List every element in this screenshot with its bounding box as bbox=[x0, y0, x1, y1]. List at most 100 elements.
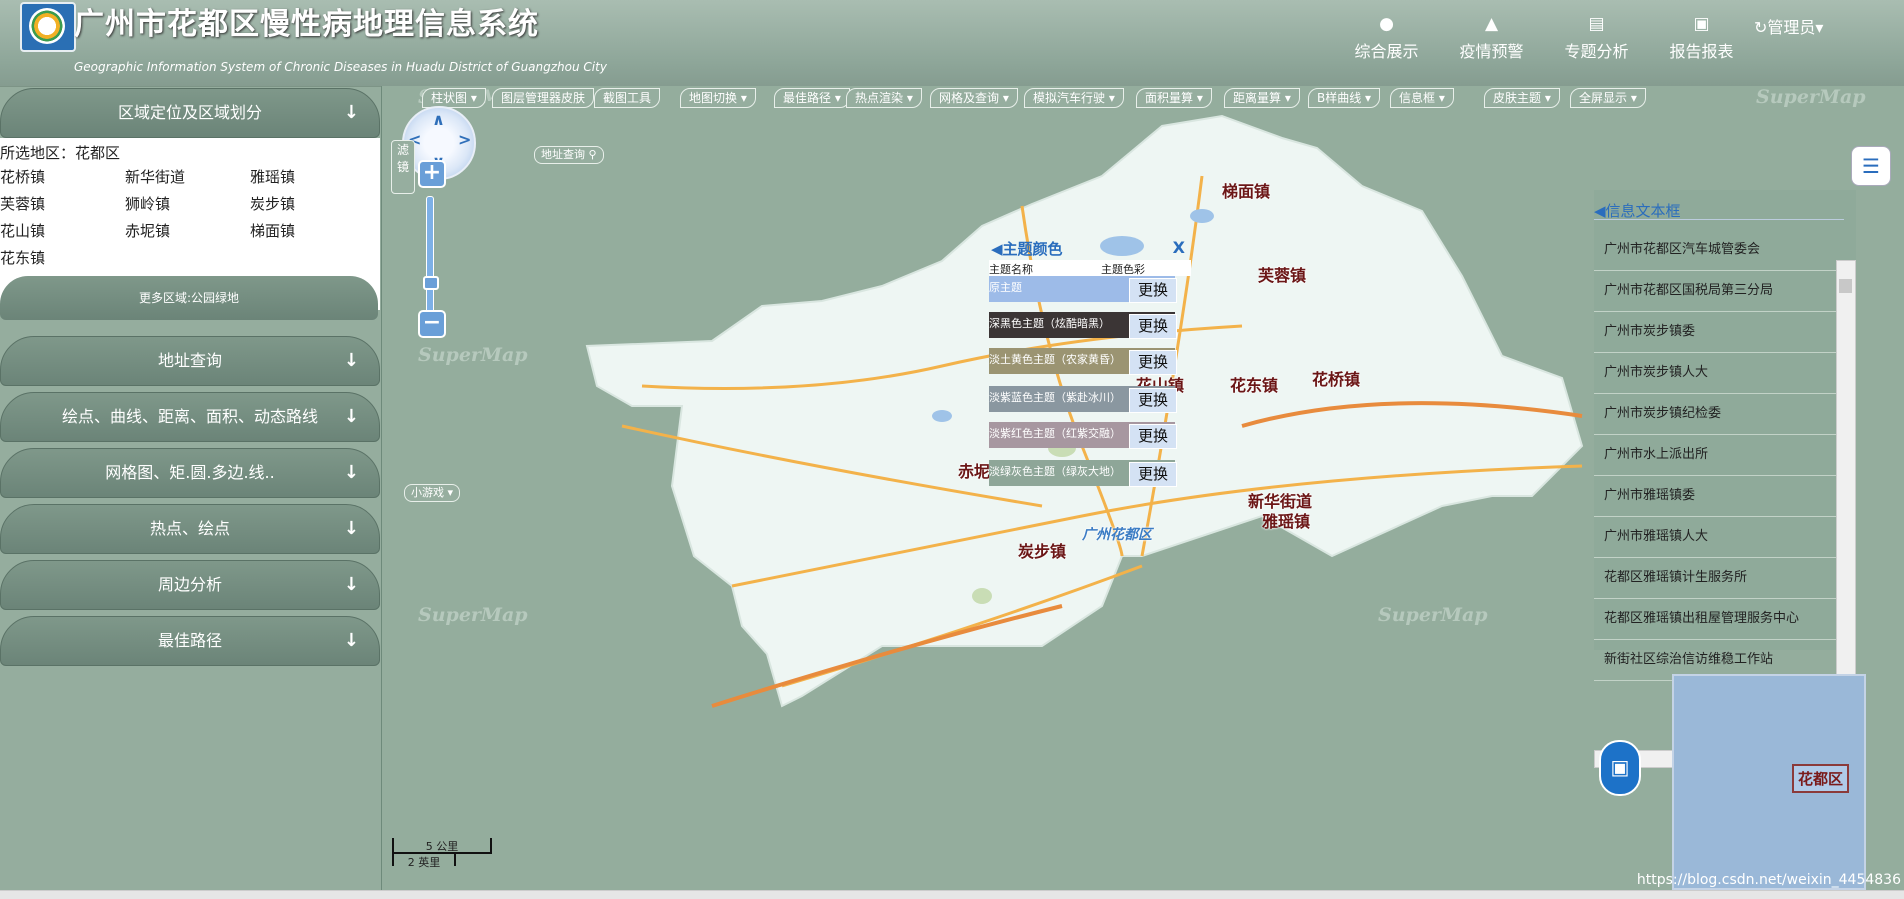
place-label: 花东镇 bbox=[1230, 376, 1279, 395]
scale-bar: 5 公里 2 英里 bbox=[392, 838, 492, 869]
tool-fullscreen[interactable]: 全屏显示 ▾ bbox=[1570, 88, 1646, 108]
nav-reports[interactable]: ▣ 报告报表 bbox=[1649, 0, 1754, 84]
tool-area-measure[interactable]: 面积量算 ▾ bbox=[1136, 88, 1212, 108]
more-regions-button[interactable]: 更多区域:公园绿地 bbox=[0, 276, 378, 320]
theme-row: 深黑色主题（炫酷暗黑） 更换 bbox=[989, 312, 1177, 339]
toolbox-icon[interactable]: ▣ bbox=[1599, 740, 1641, 796]
accordion-surrounding-analysis[interactable]: 周边分析 ↓ bbox=[0, 560, 380, 610]
layers-icon[interactable]: ☰ bbox=[1851, 146, 1891, 186]
place-label: 炭步镇 bbox=[1018, 542, 1067, 561]
list-item[interactable]: 广州市炭步镇委 bbox=[1594, 312, 1840, 353]
list-item[interactable]: 广州市炭步镇纪检委 bbox=[1594, 394, 1840, 435]
theme-popup-title: ◀主题颜色 bbox=[991, 240, 1063, 258]
list-item[interactable]: 广州市雅瑶镇委 bbox=[1594, 476, 1840, 517]
user-icon: ● bbox=[1379, 14, 1394, 34]
accordion-address-query[interactable]: 地址查询 ↓ bbox=[0, 336, 380, 386]
theme-row: 淡紫蓝色主题（紫赴冰川） 更换 bbox=[989, 386, 1177, 413]
accordion-hotspot[interactable]: 热点、绘点 ↓ bbox=[0, 504, 380, 554]
arrow-down-icon: ↓ bbox=[343, 574, 359, 595]
info-vertical-scrollbar[interactable] bbox=[1836, 260, 1856, 692]
place-label: 广州花都区 bbox=[1082, 527, 1152, 543]
change-theme-button[interactable]: 更换 bbox=[1129, 278, 1177, 303]
place-label: 雅瑶镇 bbox=[1262, 512, 1311, 531]
change-theme-button[interactable]: 更换 bbox=[1129, 424, 1177, 449]
theme-table-header: 主题名称 主题色彩 bbox=[989, 260, 1191, 276]
arrow-down-icon: ↓ bbox=[343, 102, 359, 123]
town-huaqiao[interactable]: 花桥镇 bbox=[0, 166, 125, 187]
town-yayao[interactable]: 雅瑶镇 bbox=[250, 166, 375, 187]
map-canvas[interactable]: SuperMap SuperMap SuperMap SuperMap Supe… bbox=[381, 86, 1904, 890]
info-box-title: ◀信息文本框 bbox=[1594, 202, 1681, 220]
top-nav: ● 综合展示 ▲ 疫情预警 ▤ 专题分析 ▣ 报告报表 ↻管理员▾ bbox=[1334, 0, 1904, 86]
pan-up-icon[interactable]: ∧ bbox=[432, 110, 445, 129]
tool-layer-manager[interactable]: 图层管理器皮肤 bbox=[492, 88, 595, 108]
nav-epidemic-warning[interactable]: ▲ 疫情预警 bbox=[1439, 0, 1544, 84]
nav-thematic-analysis[interactable]: ▤ 专题分析 bbox=[1544, 0, 1649, 84]
town-chini[interactable]: 赤坭镇 bbox=[125, 220, 250, 241]
list-item[interactable]: 广州市花都区汽车城管委会 bbox=[1594, 230, 1840, 271]
town-shiling[interactable]: 狮岭镇 bbox=[125, 193, 250, 214]
selected-region: 所选地区：花都区 bbox=[0, 144, 121, 162]
zoom-in-button[interactable]: + bbox=[418, 160, 446, 188]
place-label: 梯面镇 bbox=[1222, 182, 1271, 201]
accordion-grid-shapes[interactable]: 网格图、矩.圆.多边.线.. ↓ bbox=[0, 448, 380, 498]
change-theme-button[interactable]: 更换 bbox=[1129, 314, 1177, 339]
arrow-down-icon: ↓ bbox=[343, 350, 359, 371]
filter-button[interactable]: 滤镜 bbox=[391, 140, 415, 194]
accordion-best-route[interactable]: 最佳路径 ↓ bbox=[0, 616, 380, 666]
app-subtitle: Geographic Information System of Chronic… bbox=[74, 60, 607, 74]
town-furong[interactable]: 芙蓉镇 bbox=[0, 193, 125, 214]
zoom-slider-handle[interactable] bbox=[423, 276, 439, 290]
tool-bar-chart[interactable]: 柱状图 ▾ bbox=[422, 88, 486, 108]
town-tanbu[interactable]: 炭步镇 bbox=[250, 193, 375, 214]
chevron-down-icon: ▾ bbox=[1815, 18, 1824, 37]
tool-best-route[interactable]: 最佳路径 ▾ bbox=[774, 88, 850, 108]
change-theme-button[interactable]: 更换 bbox=[1129, 350, 1177, 375]
tool-car-simulation[interactable]: 模拟汽车行驶 ▾ bbox=[1024, 88, 1124, 108]
arrow-down-icon: ↓ bbox=[343, 406, 359, 427]
place-label: 花桥镇 bbox=[1312, 370, 1361, 389]
tool-map-switch[interactable]: 地图切换 ▾ bbox=[680, 88, 756, 108]
tool-screenshot[interactable]: 截图工具 bbox=[594, 88, 661, 108]
list-item[interactable]: 广州市花都区国税局第三分局 bbox=[1594, 271, 1840, 312]
nav-comprehensive[interactable]: ● 综合展示 bbox=[1334, 0, 1439, 84]
watermark: SuperMap bbox=[418, 604, 528, 626]
tool-skin-theme[interactable]: 皮肤主题 ▾ bbox=[1484, 88, 1560, 108]
town-list: 花桥镇 新华街道 雅瑶镇 芙蓉镇 狮岭镇 炭步镇 花山镇 赤坭镇 梯面镇 花东镇 bbox=[0, 166, 380, 268]
address-query-button[interactable]: 地址查询 ⚲ bbox=[534, 146, 604, 164]
change-theme-button[interactable]: 更换 bbox=[1129, 388, 1177, 413]
list-item[interactable]: 广州市水上派出所 bbox=[1594, 435, 1840, 476]
arrow-down-icon: ↓ bbox=[343, 630, 359, 651]
accordion-region[interactable]: 区域定位及区域划分 ↓ bbox=[0, 88, 380, 138]
user-menu[interactable]: ↻管理员▾ bbox=[1754, 0, 1904, 86]
zoom-out-button[interactable]: − bbox=[418, 310, 446, 338]
tool-info-box[interactable]: 信息框 ▾ bbox=[1390, 88, 1454, 108]
tool-grid-query[interactable]: 网格及查询 ▾ bbox=[930, 88, 1018, 108]
theme-color-popup: ◀主题颜色 X 主题名称 主题色彩 原主题 更换 深黑色主题（炫酷暗黑） 更换 … bbox=[989, 238, 1191, 487]
list-item[interactable]: 广州市雅瑶镇人大 bbox=[1594, 517, 1840, 558]
mini-game-button[interactable]: 小游戏 ▾ bbox=[404, 484, 461, 502]
tool-b-spline[interactable]: B样曲线 ▾ bbox=[1308, 88, 1381, 108]
list-item[interactable]: 花都区雅瑶镇计生服务所 bbox=[1594, 558, 1840, 599]
theme-row: 淡土黄色主题（农家黄昏） 更换 bbox=[989, 348, 1177, 375]
town-timian[interactable]: 梯面镇 bbox=[250, 220, 375, 241]
change-theme-button[interactable]: 更换 bbox=[1129, 462, 1177, 487]
tool-hotspot-render[interactable]: 热点渲染 ▾ bbox=[846, 88, 922, 108]
list-item[interactable]: 花都区雅瑶镇出租屋管理服务中心 bbox=[1594, 599, 1840, 640]
pan-right-icon[interactable]: > bbox=[458, 130, 471, 149]
chart-icon: ▤ bbox=[1588, 14, 1605, 34]
close-icon[interactable]: X bbox=[1173, 238, 1185, 257]
town-huadong[interactable]: 花东镇 bbox=[0, 247, 125, 268]
theme-row: 淡紫红色主题（红紫交融） 更换 bbox=[989, 422, 1177, 449]
town-xinhua[interactable]: 新华街道 bbox=[125, 166, 250, 187]
credit-text: https://blog.csdn.net/weixin_4454836 bbox=[1636, 872, 1901, 888]
sidebar: 区域定位及区域划分 ↓ 所选地区：花都区 花桥镇 新华街道 雅瑶镇 芙蓉镇 狮岭… bbox=[0, 88, 380, 890]
refresh-icon: ↻ bbox=[1754, 18, 1768, 37]
list-item[interactable]: 广州市炭步镇人大 bbox=[1594, 353, 1840, 394]
overview-map[interactable]: 花都区 bbox=[1672, 674, 1866, 890]
arrow-down-icon: ↓ bbox=[343, 518, 359, 539]
town-huashan[interactable]: 花山镇 bbox=[0, 220, 125, 241]
image-icon: ▣ bbox=[1693, 14, 1710, 34]
accordion-draw-tools[interactable]: 绘点、曲线、距离、面积、动态路线 ↓ bbox=[0, 392, 380, 442]
tool-distance-measure[interactable]: 距离量算 ▾ bbox=[1224, 88, 1300, 108]
